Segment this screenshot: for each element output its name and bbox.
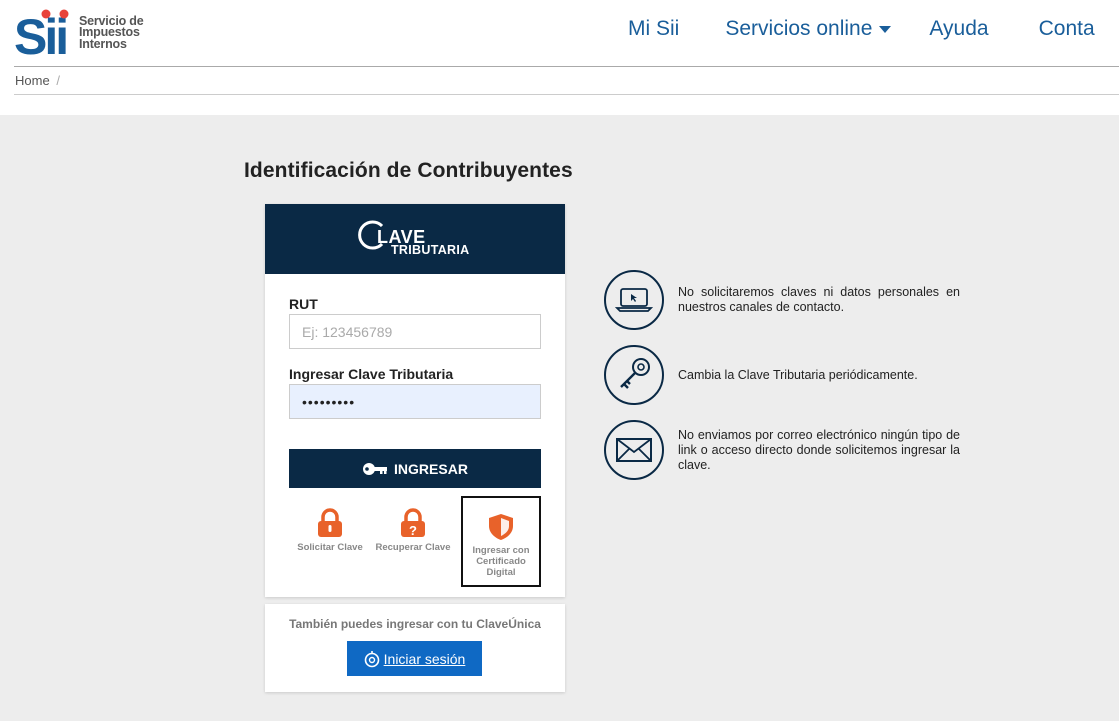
site-header: Sii Servicio de Impuestos Internos Mi Si…	[0, 0, 1119, 66]
nav-servicios-label: Servicios online	[725, 17, 873, 40]
nav-contacto-label: Conta	[1038, 17, 1095, 40]
recuperar-clave-label: Recuperar Clave	[375, 542, 451, 553]
tip-item: No enviamos por correo electrónico ningú…	[604, 420, 960, 480]
lock-icon	[318, 508, 342, 537]
tip-icon-circle	[604, 270, 664, 330]
breadcrumb: Home /	[15, 73, 60, 88]
nav-mi-sii-label: Mi Sii	[628, 17, 680, 40]
nav-ayuda-label: Ayuda	[929, 17, 989, 40]
breadcrumb-separator: /	[56, 73, 60, 88]
tip-item: No solicitaremos claves ni datos persona…	[604, 270, 960, 330]
clave-tributaria-header: LAVE TRIBUTARIA	[265, 204, 565, 274]
tip-icon-circle	[604, 345, 664, 405]
ingresar-button[interactable]: INGRESAR	[289, 449, 541, 488]
certificado-digital-option[interactable]: Ingresar con Certificado Digital	[461, 496, 541, 587]
solicitar-clave-option[interactable]: Solicitar Clave	[291, 496, 369, 586]
key-icon	[620, 358, 650, 389]
claveunica-icon	[364, 650, 379, 667]
key-icon	[363, 462, 388, 475]
login-card: LAVE TRIBUTARIA RUT Ingresar Clave Tribu…	[265, 204, 565, 597]
clave-input[interactable]	[289, 384, 541, 419]
claveunica-card: También puedes ingresar con tu ClaveÚnic…	[265, 604, 565, 692]
logo-line-3: Internos	[79, 36, 127, 51]
svg-text:?: ?	[409, 523, 417, 538]
solicitar-clave-label: Solicitar Clave	[297, 542, 363, 553]
breadcrumb-home[interactable]: Home	[15, 73, 50, 88]
tip-text: Cambia la Clave Tributaria periódicament…	[678, 367, 918, 382]
rut-input[interactable]	[289, 314, 541, 349]
iniciar-sesion-label: Iniciar sesión	[383, 650, 466, 667]
ingresar-label: INGRESAR	[394, 460, 468, 477]
clave-label: Ingresar Clave Tributaria	[289, 366, 454, 382]
page-title: Identificación de Contribuyentes	[244, 159, 573, 182]
sii-logo[interactable]: Sii Servicio de Impuestos Internos	[14, 8, 144, 65]
recuperar-clave-option[interactable]: ? Recuperar Clave	[374, 496, 452, 586]
shield-icon	[489, 514, 513, 540]
claveunica-text: También puedes ingresar con tu ClaveÚnic…	[289, 617, 541, 631]
rut-label: RUT	[289, 296, 318, 312]
tip-text: No solicitaremos claves ni datos persona…	[678, 285, 960, 314]
tip-icon-circle	[604, 420, 664, 480]
laptop-icon	[615, 288, 653, 312]
nav-mi-sii[interactable]: Mi Sii	[628, 17, 679, 41]
iniciar-sesion-button[interactable]: Iniciar sesión	[347, 641, 482, 676]
caret-down-icon	[879, 25, 892, 33]
breadcrumb-divider	[14, 94, 1119, 95]
clave-sub: TRIBUTARIA	[391, 243, 470, 257]
tip-text: No enviamos por correo electrónico ningú…	[678, 427, 960, 472]
lock-question-icon: ?	[401, 508, 425, 538]
sii-logo-text: Servicio de Impuestos Internos	[79, 15, 144, 51]
nav-servicios-online[interactable]: Servicios online	[725, 17, 892, 41]
main-nav: Mi Sii Servicios online Ayuda Conta	[628, 17, 1119, 41]
tip-item: Cambia la Clave Tributaria periódicament…	[604, 345, 960, 405]
nav-contacto[interactable]: Conta	[1039, 17, 1095, 41]
envelope-icon	[616, 438, 652, 462]
certificado-digital-label: Ingresar con Certificado Digital	[472, 545, 530, 578]
sii-logo-mark: Sii	[14, 8, 74, 65]
svg-text:Sii: Sii	[14, 9, 66, 58]
nav-ayuda[interactable]: Ayuda	[929, 17, 988, 41]
header-divider	[14, 66, 1119, 67]
